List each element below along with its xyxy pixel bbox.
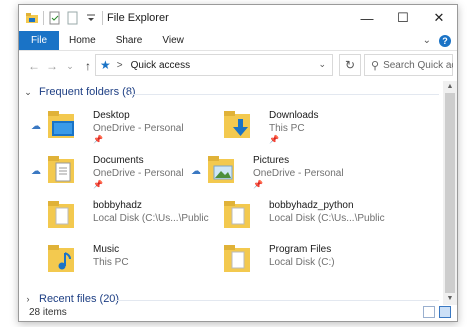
- cloud-sync-icon: ☁: [31, 121, 41, 132]
- folder-tile-bobbyhadz[interactable]: bobbyhadz Local Disk (C:\Us...\Public: [31, 199, 209, 239]
- window-title: File Explorer: [107, 12, 169, 24]
- pin-icon: 📌: [93, 135, 103, 144]
- search-icon: ⚲: [371, 59, 380, 72]
- toolbar-separator: [102, 11, 103, 25]
- folder-location: OneDrive - Personal: [253, 168, 344, 179]
- folder-name: bobbyhadz_python: [269, 200, 354, 211]
- cloud-sync-icon: ☁: [191, 166, 201, 177]
- search-box[interactable]: ⚲: [364, 54, 454, 76]
- folder-name: Pictures: [253, 155, 290, 166]
- folder-location: OneDrive - Personal: [93, 123, 184, 134]
- file-explorer-window: File Explorer — ☐ ✕ File Home Share View…: [18, 4, 458, 322]
- folder-name: bobbyhadz: [93, 200, 142, 211]
- folder-tile-documents[interactable]: ☁ Documents OneDrive - Personal 📌: [31, 154, 201, 194]
- music-folder-icon: [47, 243, 77, 279]
- address-location[interactable]: Quick access: [131, 60, 190, 71]
- folder-location: Local Disk (C:\Us...\Public: [93, 213, 209, 224]
- folder-name: Documents: [93, 155, 144, 166]
- recent-locations-icon[interactable]: ⌄: [61, 61, 79, 72]
- section-divider: [129, 94, 439, 95]
- status-bar: 28 items: [19, 303, 457, 321]
- folder-icon: [47, 199, 77, 235]
- customize-toolbar-icon[interactable]: [84, 11, 98, 25]
- tab-share[interactable]: Share: [106, 31, 153, 50]
- pin-icon: 📌: [269, 135, 279, 144]
- refresh-button[interactable]: ↻: [339, 54, 361, 76]
- folder-tile-pictures[interactable]: ☁ Pictures OneDrive - Personal 📌: [191, 154, 361, 194]
- breadcrumb-chevron-icon[interactable]: >: [117, 60, 123, 71]
- tab-file[interactable]: File: [19, 31, 59, 50]
- expand-ribbon-icon[interactable]: ⌄: [423, 35, 431, 46]
- view-switcher: [423, 306, 451, 318]
- folder-tile-desktop[interactable]: ☁ Desktop OneDrive - Personal 📌: [31, 109, 201, 149]
- address-bar[interactable]: ★ > Quick access ⌄: [95, 54, 333, 76]
- refresh-icon: ↻: [344, 58, 356, 72]
- pictures-folder-icon: [207, 154, 237, 190]
- ribbon-tabs: File Home Share View ⌄ ?: [19, 31, 457, 51]
- details-view-icon[interactable]: [423, 306, 435, 318]
- folder-location: This PC: [93, 257, 129, 268]
- cloud-sync-icon: ☁: [31, 166, 41, 177]
- folder-location: Local Disk (C:\Us...\Public: [269, 213, 385, 224]
- folder-tile-downloads[interactable]: Downloads This PC 📌: [207, 109, 377, 149]
- quick-access-star-icon: ★: [100, 58, 111, 72]
- back-arrow-icon[interactable]: ←: [25, 59, 43, 73]
- pin-icon: 📌: [253, 180, 263, 189]
- help-icon[interactable]: ?: [439, 34, 451, 47]
- pin-icon: 📌: [93, 180, 103, 189]
- toolbar-separator: [43, 11, 44, 25]
- folder-name: Music: [93, 244, 120, 255]
- downloads-folder-icon: [223, 109, 253, 145]
- folder-location: OneDrive - Personal: [93, 168, 184, 179]
- content-pane: ⌄ Frequent folders (8) ☁ Desktop OneDriv…: [19, 81, 445, 305]
- section-divider: [115, 300, 439, 301]
- folder-name: Desktop: [93, 110, 130, 121]
- new-folder-icon[interactable]: [66, 11, 80, 25]
- search-input[interactable]: [383, 59, 454, 71]
- address-dropdown-icon[interactable]: ⌄: [318, 59, 326, 70]
- collapse-chevron-icon[interactable]: ⌄: [23, 87, 33, 98]
- documents-folder-icon: [47, 154, 77, 190]
- title-bar: File Explorer — ☐ ✕: [19, 5, 457, 31]
- tab-home[interactable]: Home: [59, 31, 106, 50]
- desktop-folder-icon: [47, 109, 77, 145]
- folder-icon: [223, 199, 253, 235]
- folder-name: Program Files: [269, 244, 332, 255]
- scroll-up-arrow-icon[interactable]: ▲: [443, 81, 457, 93]
- maximize-button[interactable]: ☐: [385, 5, 421, 31]
- folder-location: This PC: [269, 123, 305, 134]
- folder-name: Downloads: [269, 110, 319, 121]
- close-button[interactable]: ✕: [421, 5, 457, 31]
- item-count: 28 items: [29, 306, 67, 318]
- scrollbar-thumb[interactable]: [445, 93, 455, 293]
- frequent-folders-header[interactable]: ⌄ Frequent folders (8): [23, 86, 136, 98]
- minimize-button[interactable]: —: [349, 5, 385, 31]
- window-controls: — ☐ ✕: [349, 5, 457, 31]
- navigation-bar: ← → ⌄ ↑ ★ > Quick access ⌄ ↻ ⚲: [19, 52, 457, 80]
- folder-tile-bobbyhadz-python[interactable]: bobbyhadz_python Local Disk (C:\Us...\Pu…: [207, 199, 385, 239]
- folder-tile-program-files[interactable]: Program Files Local Disk (C:): [207, 243, 377, 283]
- quick-access-toolbar: [19, 11, 103, 25]
- properties-icon[interactable]: [48, 11, 62, 25]
- tiles-view-icon[interactable]: [439, 306, 451, 318]
- vertical-scrollbar[interactable]: ▲ ▼: [443, 81, 457, 305]
- folder-location: Local Disk (C:): [269, 257, 335, 268]
- forward-arrow-icon[interactable]: →: [43, 59, 61, 73]
- tab-view[interactable]: View: [152, 31, 194, 50]
- explorer-folder-icon[interactable]: [25, 11, 39, 25]
- folder-tile-music[interactable]: Music This PC: [31, 243, 201, 283]
- folder-icon: [223, 243, 253, 279]
- frequent-folders-label: Frequent folders (8): [39, 86, 136, 98]
